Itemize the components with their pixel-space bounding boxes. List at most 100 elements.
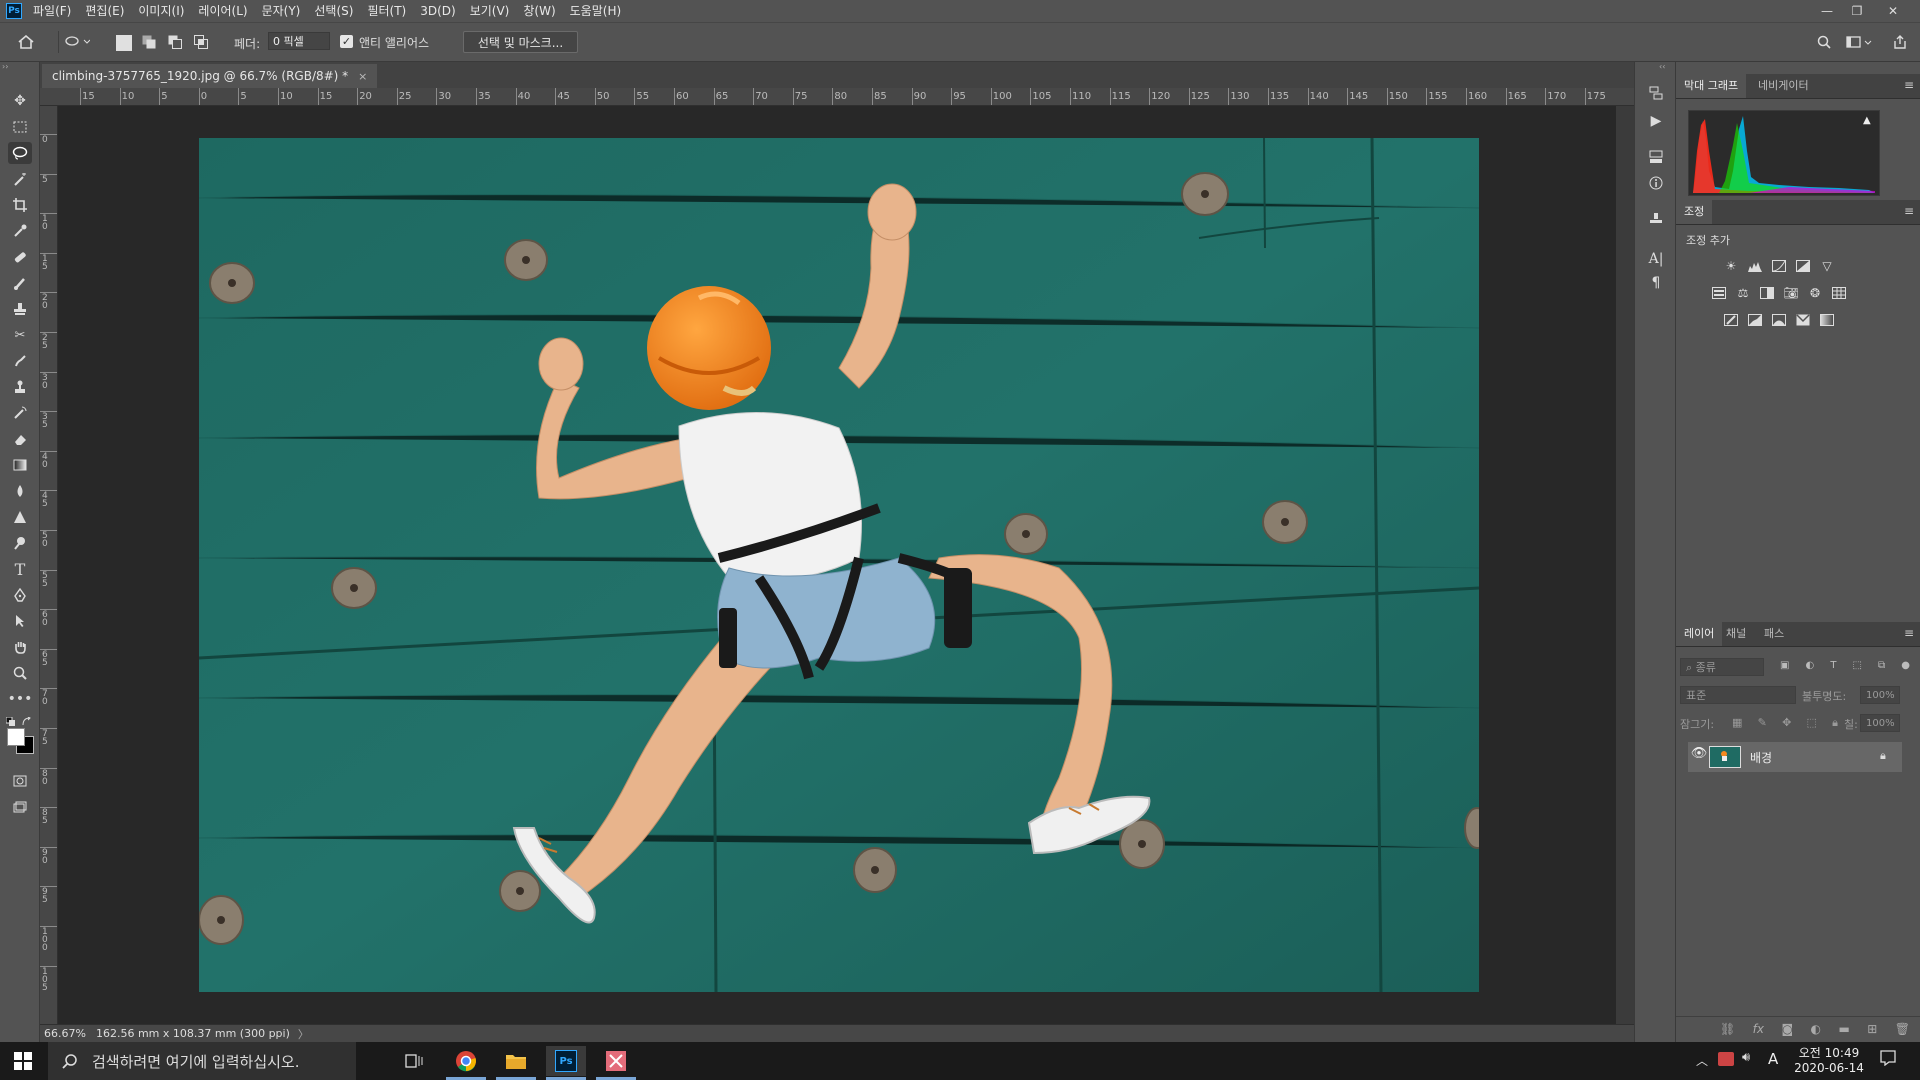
lock-position-icon[interactable]: ✥ — [1782, 716, 1791, 730]
levels-icon[interactable] — [1747, 259, 1763, 273]
swap-colors-icon[interactable] — [22, 716, 32, 726]
share-button[interactable] — [1890, 32, 1910, 52]
add-selection-mode[interactable] — [142, 35, 156, 49]
black-white-icon[interactable] — [1759, 286, 1775, 300]
new-group-folder-icon[interactable]: ▬ — [1838, 1022, 1849, 1036]
eraser-tool-2[interactable] — [8, 428, 32, 450]
taskbar-clock[interactable]: 오전 10:49 2020-06-14 — [1784, 1046, 1874, 1076]
task-view-button[interactable] — [394, 1046, 434, 1076]
tab-channels[interactable]: 채널 — [1718, 622, 1754, 646]
histogram-warning-icon[interactable]: ▲ — [1863, 115, 1871, 126]
add-mask-icon[interactable]: ◙ — [1781, 1022, 1793, 1036]
tab-navigator[interactable]: 네비게이터 — [1750, 74, 1817, 98]
move-tool[interactable]: ✥ — [8, 90, 32, 112]
tab-paths[interactable]: 패스 — [1756, 622, 1792, 646]
tab-layers[interactable]: 레이어 — [1676, 622, 1723, 646]
pen-tool[interactable] — [8, 584, 32, 606]
adjustments-menu-icon[interactable]: ≡ — [1904, 204, 1914, 218]
status-menu-arrow[interactable]: 〉 — [298, 1026, 309, 1042]
volume-icon[interactable]: 🔊︎ — [1742, 1050, 1750, 1065]
histogram-menu-icon[interactable]: ≡ — [1904, 78, 1914, 92]
foreground-color-swatch[interactable] — [7, 728, 25, 746]
document-tab[interactable]: climbing-3757765_1920.jpg @ 66.7% (RGB/8… — [42, 64, 378, 88]
crop-tool[interactable] — [8, 194, 32, 216]
vibrance-icon[interactable]: ▽ — [1819, 259, 1835, 273]
home-button[interactable] — [14, 31, 38, 53]
threshold-icon[interactable] — [1771, 313, 1787, 327]
eraser-tool[interactable] — [8, 350, 32, 372]
menu-help[interactable]: 도움말(H) — [563, 0, 629, 22]
minimize-button[interactable]: — — [1812, 0, 1842, 22]
photoshop-taskbar-button[interactable]: Ps — [546, 1046, 586, 1076]
exposure-icon[interactable] — [1795, 259, 1811, 273]
tray-app-icon[interactable] — [1718, 1052, 1734, 1066]
intersect-selection-mode[interactable] — [194, 35, 208, 49]
layer-filter-select[interactable]: ⌕ 종류 — [1680, 658, 1764, 676]
filter-toggle-icon[interactable]: ● — [1901, 660, 1910, 674]
character-panel-button[interactable]: A| — [1645, 248, 1667, 270]
subtract-selection-mode[interactable] — [168, 35, 182, 49]
filter-shape-icon[interactable]: ⬚ — [1852, 660, 1861, 674]
filter-pixel-icon[interactable]: ▣ — [1780, 660, 1789, 674]
dodge-tool[interactable] — [8, 532, 32, 554]
properties-panel-button[interactable] — [1645, 146, 1667, 168]
layer-name[interactable]: 배경 — [1750, 749, 1772, 766]
menu-type[interactable]: 문자(Y) — [255, 0, 308, 22]
hand-tool[interactable] — [8, 636, 32, 658]
magic-wand-tool[interactable] — [8, 168, 32, 190]
brush-tool[interactable] — [8, 272, 32, 294]
new-adjustment-layer-icon[interactable]: ◐ — [1811, 1022, 1821, 1036]
color-lookup-icon[interactable] — [1831, 286, 1847, 300]
hue-saturation-icon[interactable] — [1711, 286, 1727, 300]
healing-brush-tool[interactable] — [8, 246, 32, 268]
collapse-toolbar-icon[interactable]: ›› — [2, 62, 40, 71]
screen-mode-button[interactable] — [8, 796, 32, 818]
lock-all-icon[interactable]: 🔒︎ — [1832, 716, 1838, 730]
actions-panel-button[interactable]: ▶ — [1645, 110, 1667, 132]
lock-brush-icon[interactable]: ✎ — [1758, 716, 1767, 730]
clone-stamp-tool[interactable] — [8, 298, 32, 320]
gradient-map-icon[interactable] — [1819, 313, 1835, 327]
action-center-button[interactable] — [1880, 1050, 1896, 1069]
zoom-level[interactable]: 66.67% — [44, 1027, 86, 1040]
quick-mask-button[interactable] — [8, 770, 32, 792]
collapse-panels-icon[interactable]: ‹‹ — [1659, 62, 1665, 71]
tab-histogram[interactable]: 막대 그래프 — [1676, 74, 1747, 98]
close-tab-button[interactable]: × — [358, 70, 367, 83]
history-brush-tool[interactable]: ✂ — [8, 324, 32, 346]
menu-layer[interactable]: 레이어(L) — [191, 0, 254, 22]
more-tools[interactable]: ••• — [8, 688, 33, 710]
restore-button[interactable]: ❐ — [1842, 0, 1872, 22]
paragraph-panel-button[interactable]: ¶ — [1645, 272, 1667, 294]
brightness-contrast-icon[interactable]: ☀ — [1723, 259, 1739, 273]
color-balance-icon[interactable]: ⚖ — [1735, 286, 1751, 300]
selective-color-icon[interactable] — [1795, 313, 1811, 327]
zoom-tool[interactable] — [8, 662, 32, 684]
ime-indicator[interactable]: A — [1768, 1050, 1778, 1068]
eyedropper-tool[interactable] — [8, 220, 32, 242]
invert-icon[interactable] — [1723, 313, 1739, 327]
snipping-tool-taskbar-button[interactable] — [596, 1046, 636, 1076]
channel-mixer-icon[interactable]: ❂ — [1807, 286, 1823, 300]
workspace-button[interactable] — [1844, 32, 1874, 52]
document-image[interactable] — [199, 138, 1479, 992]
menu-file[interactable]: 파일(F) — [26, 0, 78, 22]
feather-input[interactable]: 0 픽셀 — [268, 32, 330, 50]
delete-layer-trash-icon[interactable]: 🗑︎ — [1895, 1022, 1910, 1036]
chrome-taskbar-button[interactable] — [446, 1046, 486, 1076]
posterize-icon[interactable] — [1747, 313, 1763, 327]
info-panel-button[interactable] — [1645, 172, 1667, 194]
menu-3d[interactable]: 3D(D) — [413, 0, 462, 22]
start-button[interactable] — [8, 1050, 38, 1072]
vertical-scrollbar[interactable] — [1616, 106, 1634, 1024]
filter-adjustment-icon[interactable]: ◐ — [1806, 660, 1815, 674]
marquee-tool[interactable] — [8, 116, 32, 138]
new-selection-mode[interactable] — [116, 35, 132, 51]
explorer-taskbar-button[interactable] — [496, 1046, 536, 1076]
type-tool[interactable]: T — [8, 558, 32, 580]
tool-presets-button[interactable] — [1645, 208, 1667, 230]
filter-type-icon[interactable]: T — [1830, 660, 1836, 674]
history-panel-button[interactable] — [1645, 82, 1667, 104]
menu-edit[interactable]: 편집(E) — [78, 0, 131, 22]
menu-view[interactable]: 보기(V) — [463, 0, 517, 22]
